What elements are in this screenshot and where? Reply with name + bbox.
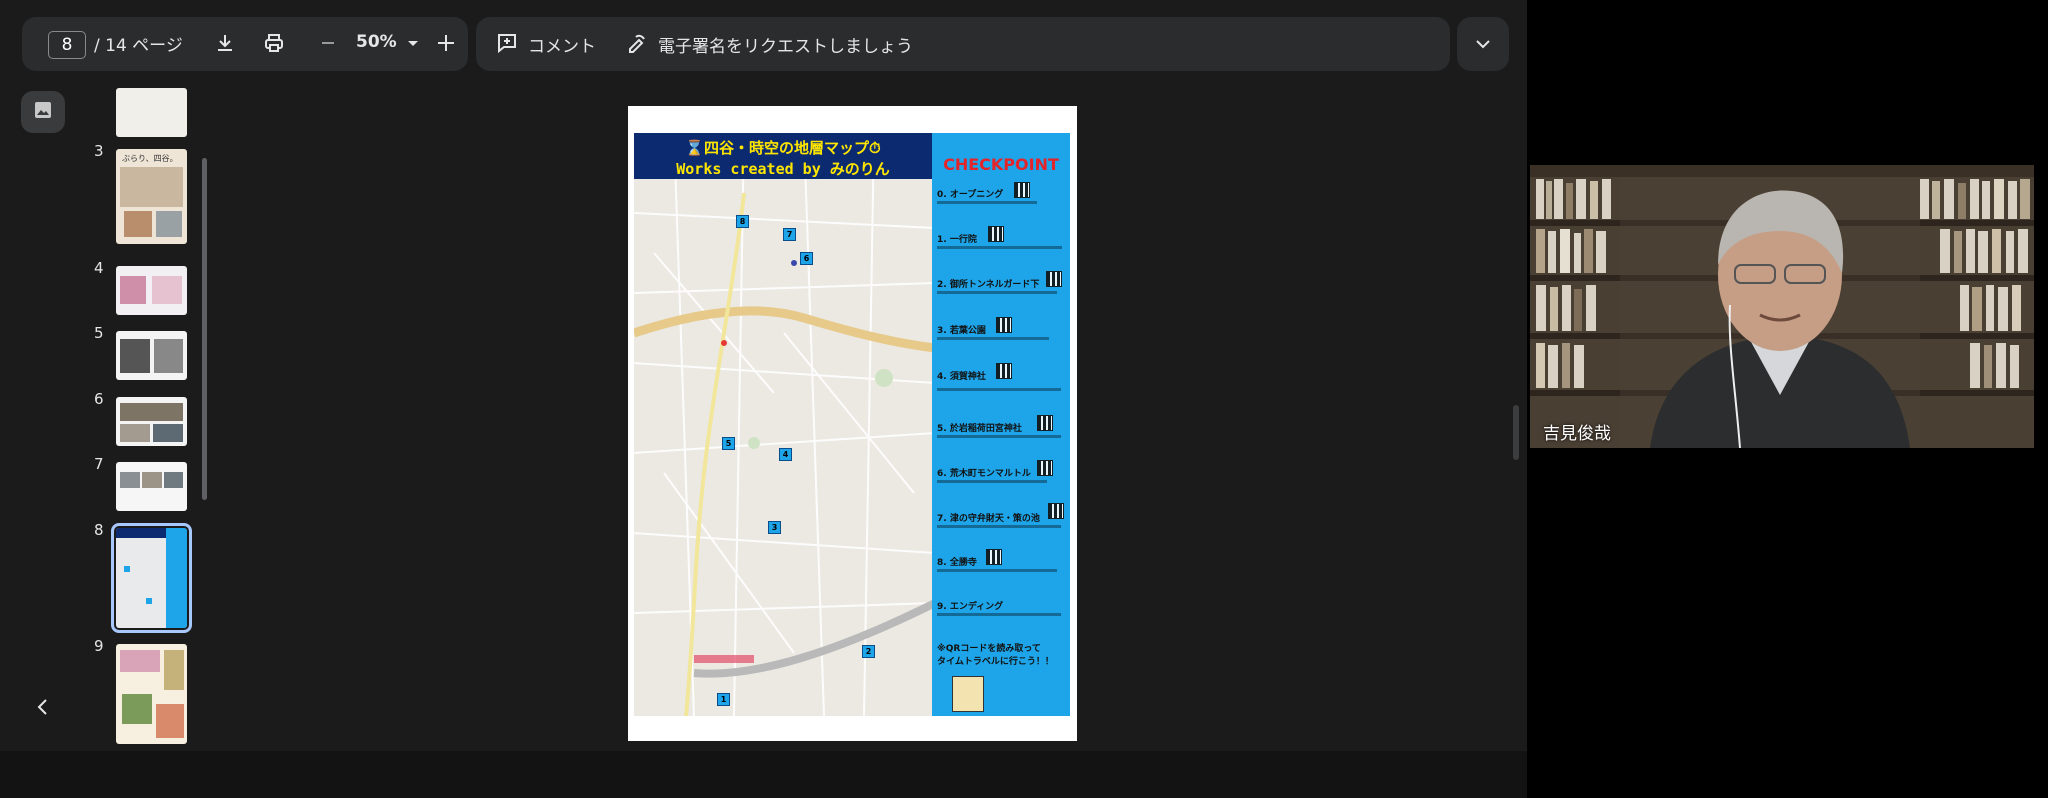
thumbnail-page-9[interactable] xyxy=(116,644,187,744)
map-marker: 7 xyxy=(783,228,796,241)
add-comment-icon[interactable] xyxy=(496,32,518,54)
thumbnail-page-3[interactable]: ぶらり、四谷。 xyxy=(116,149,187,244)
thumbnail-number: 4 xyxy=(94,259,104,277)
thumbnail-panel: 3 ぶらり、四谷。 4 5 6 7 8 9 xyxy=(88,84,208,751)
thumbnail-number: 5 xyxy=(94,324,104,342)
checkpoint-item: 3. 若葉公園 xyxy=(937,326,986,336)
page-number-input[interactable]: 8 xyxy=(48,31,86,59)
qr-code xyxy=(1037,415,1053,431)
checkpoint-item: 1. 一行院 xyxy=(937,235,977,245)
thumbnail-number: 8 xyxy=(94,521,104,539)
checkpoint-description xyxy=(937,291,1057,294)
checkpoint-description xyxy=(937,201,1037,204)
qr-code xyxy=(1048,503,1064,519)
character-illustration xyxy=(952,676,984,712)
qr-note-line1: ※QRコードを読み取って xyxy=(937,644,1041,654)
map-marker: 6 xyxy=(800,252,813,265)
checkpoint-title: CHECKPOINT xyxy=(943,155,1059,174)
thumbnail-page-4[interactable] xyxy=(116,266,187,315)
checkpoint-item: 2. 御所トンネルガード下 xyxy=(937,280,1040,290)
map-marker: 4 xyxy=(779,448,792,461)
collapse-sidebar-icon[interactable] xyxy=(32,696,54,718)
zoom-out-icon[interactable] xyxy=(319,32,337,54)
bottom-bar xyxy=(0,751,1527,798)
thumbnail-page-2[interactable] xyxy=(116,88,187,137)
map-marker: 1 xyxy=(717,693,730,706)
qr-code xyxy=(988,226,1004,242)
zoom-level[interactable]: 50% xyxy=(356,32,397,52)
thumbnail-number: 6 xyxy=(94,390,104,408)
page-total-label: / 14 ページ xyxy=(94,36,183,56)
map-image xyxy=(634,133,935,716)
qr-code xyxy=(1046,271,1062,287)
thumbnail-page-6[interactable] xyxy=(116,397,187,446)
page-nav-toolbar: 8 / 14 ページ 50% xyxy=(22,17,468,71)
checkpoint-description xyxy=(937,337,1049,340)
checkpoint-item: 4. 須賀神社 xyxy=(937,372,986,382)
checkpoint-panel: CHECKPOINT 0. オープニング 1. 一行院 2. 御所トンネルガード… xyxy=(932,133,1070,716)
map-marker: 2 xyxy=(862,645,875,658)
qr-code xyxy=(1037,460,1053,476)
checkpoint-item: 9. エンディング xyxy=(937,602,1004,612)
thumbnail-number: 7 xyxy=(94,455,104,473)
chevron-down-icon xyxy=(1474,35,1492,53)
print-icon[interactable] xyxy=(263,32,285,54)
qr-code xyxy=(996,363,1012,379)
esign-request-button[interactable]: 電子署名をリクエストしましょう xyxy=(658,32,913,57)
checkpoint-description xyxy=(937,525,1061,528)
zoom-in-icon[interactable] xyxy=(436,31,456,55)
pdf-viewer: 8 / 14 ページ 50% コメント 電子署名をリクエストしましょう 3 ぶら… xyxy=(0,0,1527,751)
qr-note: ※QRコードを読み取って タイムトラベルに行こう！！ xyxy=(937,643,1054,669)
participant-video xyxy=(1530,165,2034,448)
thumbnail-scrollbar[interactable] xyxy=(202,158,207,500)
map-title-band: ⌛四谷・時空の地層マップ⏱ Works created by みのりん xyxy=(634,133,932,179)
thumbnail-page-7[interactable] xyxy=(116,462,187,511)
checkpoint-item: 6. 荒木町モンマルトル xyxy=(937,469,1031,479)
map-marker: 5 xyxy=(722,437,735,450)
thumbnail-number: 3 xyxy=(94,142,104,160)
thumbnail-page-5[interactable] xyxy=(116,331,187,380)
more-options-button[interactable] xyxy=(1457,17,1509,71)
download-icon[interactable] xyxy=(214,32,236,54)
checkpoint-description xyxy=(937,246,1062,249)
signature-icon[interactable] xyxy=(626,32,648,54)
participant-name: 吉見俊哉 xyxy=(1543,424,1611,444)
annotation-toolbar: コメント 電子署名をリクエストしましょう xyxy=(476,17,1450,71)
qr-code xyxy=(996,317,1012,333)
thumbnail-page-8[interactable] xyxy=(111,523,192,633)
checkpoint-description xyxy=(937,388,1061,391)
page-scrollbar[interactable] xyxy=(1513,405,1519,460)
checkpoint-description xyxy=(937,435,1061,438)
qr-code xyxy=(1014,182,1030,198)
zoom-dropdown-icon[interactable] xyxy=(406,32,420,54)
checkpoint-item: 7. 津の守弁財天・策の池 xyxy=(937,514,1040,524)
checkpoint-item: 0. オープニング xyxy=(937,190,1004,200)
comment-button[interactable]: コメント xyxy=(528,32,596,57)
thumbnail-caption: ぶらり、四谷。 xyxy=(122,154,178,163)
checkpoint-description xyxy=(937,480,1047,483)
checkpoint-description xyxy=(937,613,1061,616)
map-subtitle: Works created by みのりん xyxy=(676,160,890,178)
map-marker: 8 xyxy=(736,215,749,228)
checkpoint-description xyxy=(937,569,1057,572)
checkpoint-item: 8. 全勝寺 xyxy=(937,558,977,568)
thumbnail-number: 9 xyxy=(94,637,104,655)
qr-code xyxy=(986,549,1002,565)
checkpoint-item: 5. 於岩稲荷田宮神社 xyxy=(937,424,1022,434)
map-title: ⌛四谷・時空の地層マップ⏱ xyxy=(685,139,881,157)
thumbnail-view-button[interactable] xyxy=(21,91,65,133)
qr-note-line2: タイムトラベルに行こう！！ xyxy=(937,657,1054,667)
image-icon xyxy=(33,100,53,124)
map-marker: 3 xyxy=(768,521,781,534)
